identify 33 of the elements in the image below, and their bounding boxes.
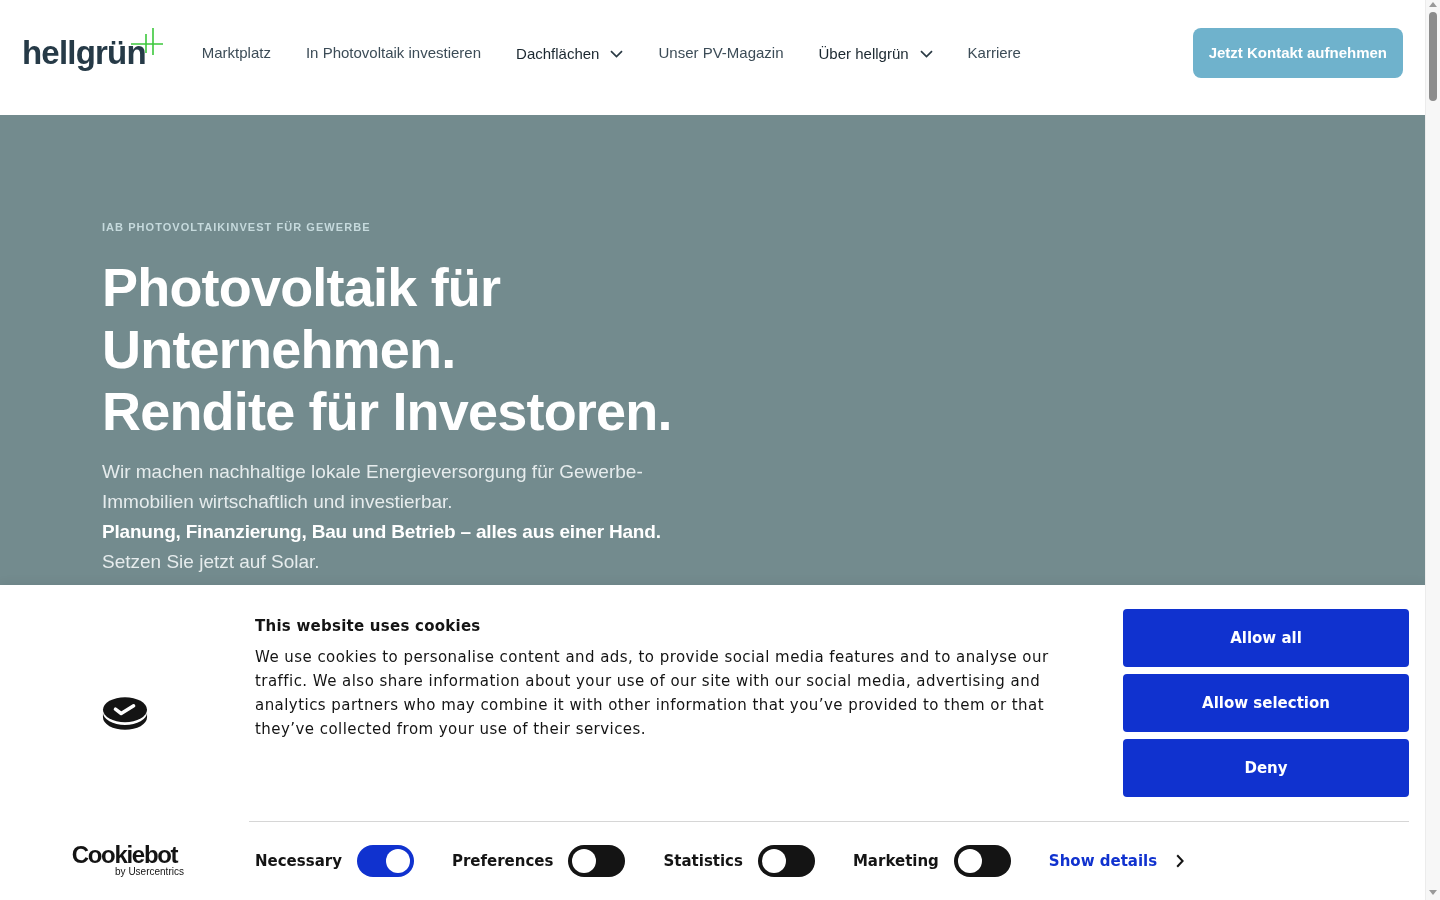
- toggle-switch[interactable]: [356, 845, 414, 877]
- cookie-description: We use cookies to personalise content and ads, to provide social media features and to analyse our traffic. We also share information about your use of our site with our social media, advertising and analytics partners who may combine it with other information that you’ve provided to them or that they’ve collected from your use of their services.: [255, 647, 1050, 740]
- brand-wordmark[interactable]: Cookiebot: [71, 843, 178, 866]
- chevron-right-icon: [1176, 854, 1185, 868]
- category-label: Necessary: [255, 852, 342, 870]
- toggle-switch[interactable]: [757, 845, 815, 877]
- hero-highlight: Planung, Finanzierung, Bau und Betrieb – alles aus einer Hand.: [102, 520, 662, 544]
- brand-byline: by Usercentrics: [115, 865, 184, 878]
- scrollbar[interactable]: [1425, 0, 1440, 900]
- nav-link[interactable]: Dachflächen: [516, 41, 624, 64]
- consent-button[interactable]: Allow selection: [1123, 674, 1409, 732]
- category-label: Statistics: [663, 852, 743, 870]
- consent-button[interactable]: Allow all: [1123, 609, 1409, 667]
- hero-headline: Photovoltaik für Unternehmen. Rendite für Investoren.: [102, 256, 672, 442]
- toggle-switch[interactable]: [953, 845, 1011, 877]
- hero-closing: Setzen Sie jetzt auf Solar.: [102, 550, 321, 574]
- nav-link[interactable]: Marktplatz: [201, 42, 271, 63]
- consent-button[interactable]: Deny: [1123, 739, 1409, 797]
- chevron-down-icon: [610, 49, 624, 58]
- show-details-link[interactable]: Show details: [1048, 852, 1185, 870]
- hero-intro: Wir machen nachhaltige lokale Energieversorgung für Gewerbe-Immobilien wirtschaftlich und investierbar.: [102, 460, 644, 514]
- check-disc-icon: [101, 695, 148, 731]
- toggle-switch[interactable]: [568, 845, 626, 877]
- cookie-title: This website uses cookies: [255, 617, 482, 635]
- nav-link[interactable]: Karriere: [967, 42, 1021, 63]
- nav-link[interactable]: In Photovoltaik investieren: [305, 42, 482, 63]
- hero-eyebrow: IAB PHOTOVOLTAIKINVEST FÜR GEWERBE: [102, 220, 371, 235]
- nav-link[interactable]: Über hellgrün: [818, 41, 933, 64]
- category-label: Preferences: [451, 852, 554, 870]
- logo-wordmark[interactable]: hellgrün: [22, 32, 146, 73]
- category-label: Marketing: [852, 852, 939, 870]
- nav-link[interactable]: Unser PV-Magazin: [658, 42, 784, 63]
- chevron-down-icon: [919, 49, 933, 58]
